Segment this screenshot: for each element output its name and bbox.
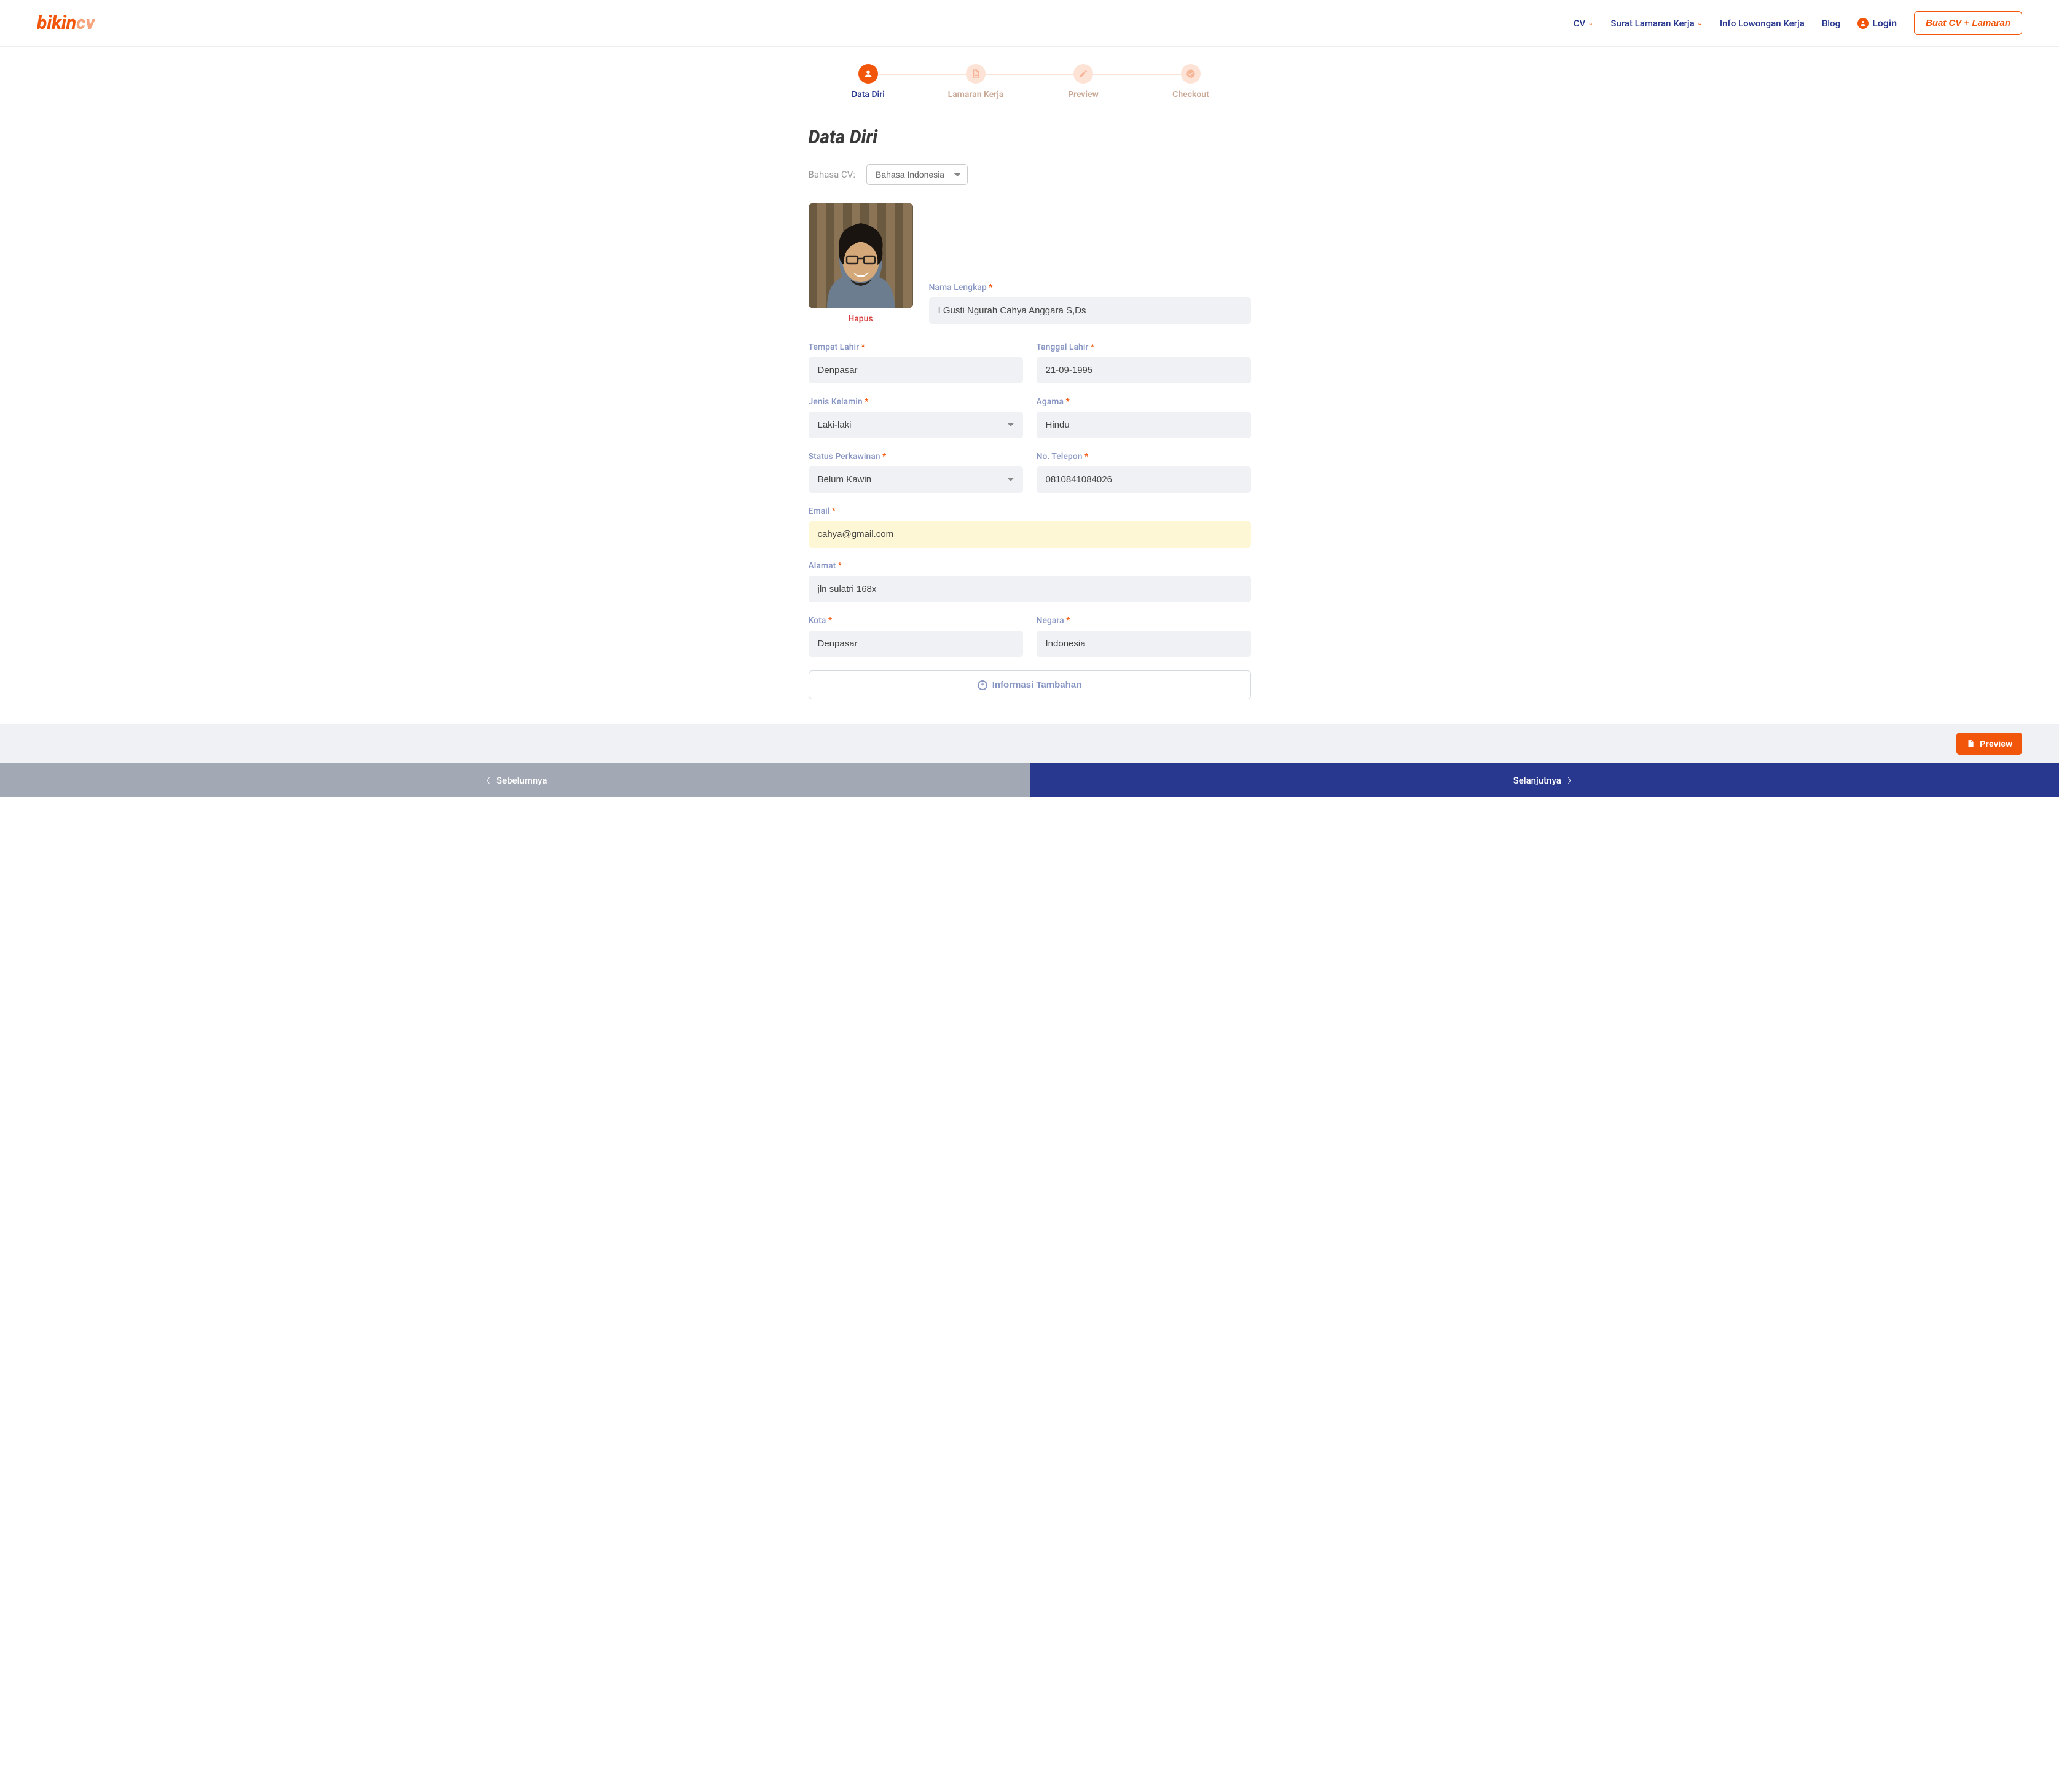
nama-input[interactable]: [929, 297, 1251, 324]
preview-button[interactable]: Preview: [1956, 733, 2022, 755]
language-select[interactable]: Bahasa Indonesia: [866, 164, 968, 185]
add-info-button[interactable]: + Informasi Tambahan: [809, 670, 1251, 699]
logo-text-2: cv: [76, 12, 95, 34]
check-icon: [1181, 64, 1201, 84]
file-icon: [1966, 739, 1975, 748]
step-line: [868, 74, 976, 75]
login-link[interactable]: Login: [1857, 17, 1897, 29]
tempat-label: Tempat Lahir *: [809, 342, 1023, 352]
agama-input[interactable]: [1037, 412, 1251, 438]
chevron-down-icon: ⌄: [1697, 19, 1703, 27]
next-button[interactable]: Selanjutnya 〉: [1030, 763, 2059, 797]
step-line: [976, 74, 1083, 75]
nav-lowongan-label: Info Lowongan Kerja: [1720, 18, 1805, 29]
kelamin-label: Jenis Kelamin *: [809, 397, 1023, 407]
photo-row: Hapus Nama Lengkap *: [809, 203, 1251, 324]
language-label: Bahasa CV:: [809, 169, 856, 180]
kota-label: Kota *: [809, 616, 1023, 626]
step-label: Preview: [1068, 90, 1099, 100]
chevron-left-icon: 〈: [482, 774, 490, 786]
logo-text-1: bikin: [37, 12, 76, 34]
telepon-input[interactable]: [1037, 466, 1251, 493]
kelamin-select[interactable]: Laki-laki: [809, 412, 1023, 438]
status-label: Status Perkawinan *: [809, 452, 1023, 462]
email-input[interactable]: [809, 521, 1251, 548]
photo-person: [809, 216, 913, 308]
alamat-input[interactable]: [809, 576, 1251, 602]
preview-label: Preview: [1980, 739, 2012, 749]
profile-photo[interactable]: [809, 203, 913, 308]
nav-links: CV⌄ Surat Lamaran Kerja⌄ Info Lowongan K…: [1574, 11, 2022, 35]
page-title: Data Diri: [809, 127, 1251, 148]
step-preview[interactable]: Preview: [1030, 64, 1137, 100]
negara-label: Negara *: [1037, 616, 1251, 626]
cta-button[interactable]: Buat CV + Lamaran: [1914, 11, 2022, 35]
nama-label: Nama Lengkap *: [929, 283, 1251, 293]
nav-blog-label: Blog: [1822, 18, 1840, 29]
step-label: Lamaran Kerja: [948, 90, 1004, 100]
nav-blog[interactable]: Blog: [1822, 18, 1840, 29]
step-label: Checkout: [1172, 90, 1209, 100]
chevron-right-icon: 〉: [1567, 774, 1575, 786]
login-label: Login: [1872, 17, 1897, 29]
language-row: Bahasa CV: Bahasa Indonesia: [809, 164, 1251, 185]
document-icon: [966, 64, 986, 84]
step-data-diri[interactable]: Data Diri: [815, 64, 922, 100]
back-label: Sebelumnya: [496, 775, 547, 786]
tanggal-input[interactable]: [1037, 357, 1251, 383]
nav-bottom: 〈 Sebelumnya Selanjutnya 〉: [0, 763, 2059, 797]
nav-cv[interactable]: CV⌄: [1574, 18, 1594, 29]
nav-cv-label: CV: [1574, 18, 1585, 29]
user-icon: [1857, 18, 1869, 29]
nav-lowongan[interactable]: Info Lowongan Kerja: [1720, 18, 1805, 29]
add-info-label: Informasi Tambahan: [992, 680, 1082, 690]
step-line: [1083, 74, 1191, 75]
chevron-down-icon: ⌄: [1588, 19, 1593, 27]
agama-label: Agama *: [1037, 397, 1251, 407]
plus-icon: +: [978, 680, 987, 690]
photo-column: Hapus: [809, 203, 913, 324]
nav-surat-label: Surat Lamaran Kerja: [1610, 18, 1694, 29]
step-checkout[interactable]: Checkout: [1137, 64, 1245, 100]
alamat-label: Alamat *: [809, 561, 1251, 571]
footer-bar: Preview: [0, 724, 2059, 763]
kota-input[interactable]: [809, 631, 1023, 657]
logo[interactable]: bikincv: [37, 12, 95, 34]
form-container: Data Diri Bahasa CV: Bahasa Indonesia Ha…: [796, 127, 1263, 724]
status-select[interactable]: Belum Kawin: [809, 466, 1023, 493]
email-label: Email *: [809, 506, 1251, 516]
delete-photo-link[interactable]: Hapus: [848, 314, 873, 324]
name-column: Nama Lengkap *: [929, 283, 1251, 324]
telepon-label: No. Telepon *: [1037, 452, 1251, 462]
step-lamaran[interactable]: Lamaran Kerja: [922, 64, 1030, 100]
back-button[interactable]: 〈 Sebelumnya: [0, 763, 1030, 797]
tempat-input[interactable]: [809, 357, 1023, 383]
nav-surat[interactable]: Surat Lamaran Kerja⌄: [1610, 18, 1703, 29]
negara-input[interactable]: [1037, 631, 1251, 657]
step-label: Data Diri: [852, 90, 885, 100]
edit-icon: [1073, 64, 1093, 84]
top-navigation: bikincv CV⌄ Surat Lamaran Kerja⌄ Info Lo…: [0, 0, 2059, 47]
tanggal-label: Tanggal Lahir *: [1037, 342, 1251, 352]
person-icon: [858, 64, 878, 84]
stepper: Data Diri Lamaran Kerja Preview Checkout: [815, 47, 1245, 113]
next-label: Selanjutnya: [1513, 775, 1561, 786]
